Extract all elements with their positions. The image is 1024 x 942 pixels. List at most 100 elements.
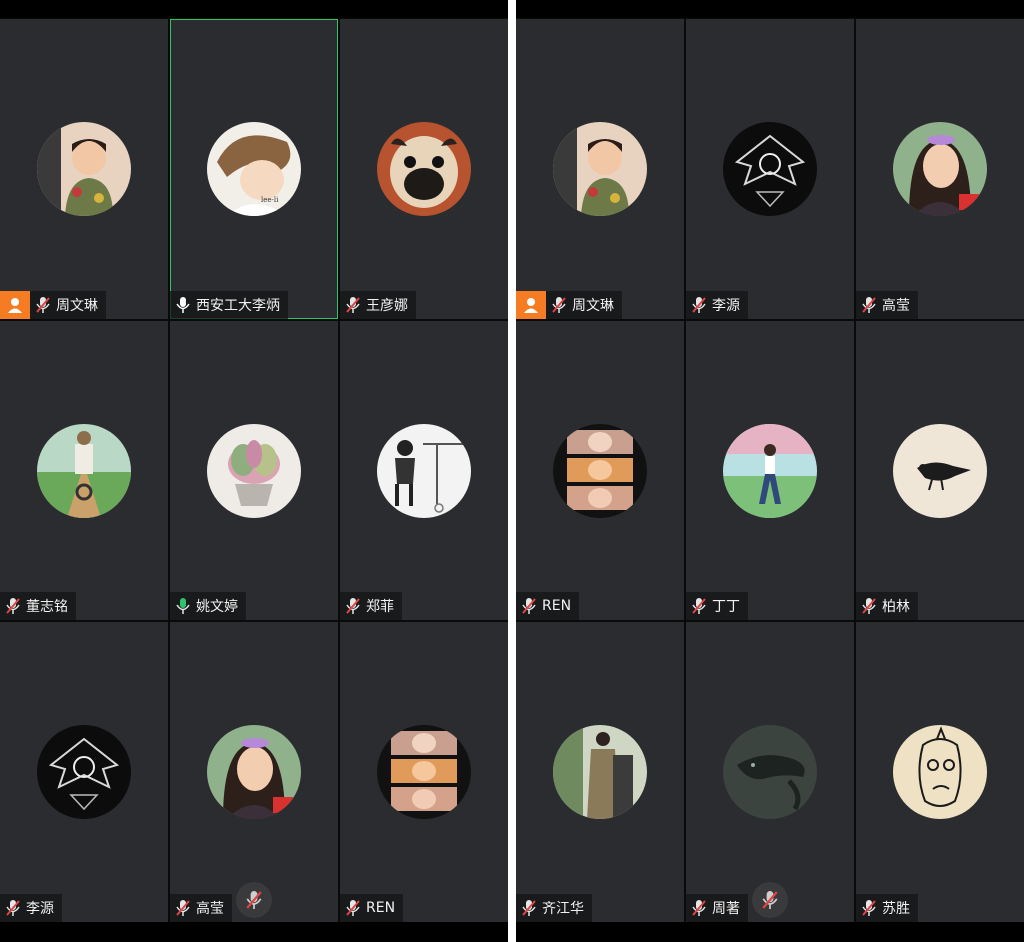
- participant-name-bar: 齐江华: [516, 894, 592, 922]
- mic-muted-icon[interactable]: [516, 592, 542, 620]
- participant-tile[interactable]: 李源: [686, 19, 854, 319]
- bottom-bar: [0, 922, 508, 942]
- mic-muted-icon[interactable]: [856, 592, 882, 620]
- face-collage-avatar: [553, 424, 647, 518]
- participant-name: 李源: [26, 901, 54, 917]
- participant-tile[interactable]: 高莹: [170, 622, 338, 922]
- participant-name-bar: 丁丁: [686, 592, 748, 620]
- participant-tile[interactable]: 柏林: [856, 321, 1024, 620]
- participant-name: 姚文婷: [196, 599, 238, 615]
- participant-name-bar: 高莹: [856, 291, 918, 319]
- participant-tile[interactable]: 周著: [686, 622, 854, 922]
- woman-selfie-avatar: [893, 122, 987, 216]
- top-status-bar: [0, 0, 508, 18]
- participant-name: REN: [542, 598, 572, 614]
- participant-tile[interactable]: REN: [516, 321, 684, 620]
- participant-name: 丁丁: [712, 599, 740, 615]
- participant-tile[interactable]: 高莹: [856, 19, 1024, 319]
- left-gallery-panel: 周文琳 lee-li 西安工大李炳 王彦娜 董志铭 姚文婷 郑菲 李源 高莹 R…: [0, 0, 508, 942]
- participant-tile[interactable]: 苏胜: [856, 622, 1024, 922]
- participant-tile[interactable]: 董志铭: [0, 321, 168, 620]
- succulent-plant-avatar: [207, 424, 301, 518]
- mic-muted-icon[interactable]: [516, 894, 542, 922]
- participant-name: 高莹: [882, 298, 910, 314]
- participant-name: 李源: [712, 298, 740, 314]
- girl-walking-illustration-avatar: [723, 424, 817, 518]
- face-collage-avatar: [377, 725, 471, 819]
- participant-name: 苏胜: [882, 901, 910, 917]
- participant-name: 王彦娜: [366, 298, 408, 314]
- mic-on-icon[interactable]: [170, 592, 196, 620]
- mic-muted-icon[interactable]: [340, 291, 366, 319]
- child-photo-avatar: [37, 122, 131, 216]
- participant-name-bar: 李源: [686, 291, 748, 319]
- participant-name-bar: 周文琳: [516, 291, 622, 319]
- participant-name: 郑菲: [366, 599, 394, 615]
- participant-tile[interactable]: 周文琳: [0, 19, 168, 319]
- participant-name-bar: 西安工大李炳: [170, 291, 288, 319]
- top-status-bar: [516, 0, 1024, 18]
- floating-mic-muted-button[interactable]: [236, 882, 272, 918]
- mic-muted-icon[interactable]: [856, 894, 882, 922]
- participant-name-bar: 周文琳: [0, 291, 106, 319]
- sketch-face-avatar: [893, 725, 987, 819]
- participant-tile[interactable]: 丁丁: [686, 321, 854, 620]
- participant-name: 周著: [712, 901, 740, 917]
- participant-tile[interactable]: 王彦娜: [340, 19, 508, 319]
- dark-emblem-avatar: [37, 725, 131, 819]
- participant-tile[interactable]: 李源: [0, 622, 168, 922]
- mic-muted-icon[interactable]: [0, 894, 26, 922]
- bw-child-photo-avatar: [377, 424, 471, 518]
- mic-muted-icon[interactable]: [30, 291, 56, 319]
- participant-tile[interactable]: REN: [340, 622, 508, 922]
- participant-name: 西安工大李炳: [196, 298, 280, 314]
- mic-muted-icon[interactable]: [686, 291, 712, 319]
- participant-tile-active-speaker[interactable]: lee-li 西安工大李炳: [170, 19, 338, 319]
- participant-tile[interactable]: 齐江华: [516, 622, 684, 922]
- participant-name-bar: 董志铭: [0, 592, 76, 620]
- anime-boy-avatar: lee-li: [207, 122, 301, 216]
- host-icon: [516, 291, 546, 319]
- participant-name-bar: 王彦娜: [340, 291, 416, 319]
- participant-tile[interactable]: 周文琳: [516, 19, 684, 319]
- host-icon: [0, 291, 30, 319]
- mic-muted-icon[interactable]: [546, 291, 572, 319]
- svg-text:lee-li: lee-li: [261, 196, 279, 204]
- participant-name: 柏林: [882, 599, 910, 615]
- dark-emblem-avatar: [723, 122, 817, 216]
- mic-muted-icon[interactable]: [0, 592, 26, 620]
- participant-name-bar: 周著: [686, 894, 748, 922]
- participant-name: 周文琳: [56, 298, 98, 314]
- pug-dog-avatar: [377, 122, 471, 216]
- floating-mic-muted-button[interactable]: [752, 882, 788, 918]
- mic-muted-icon[interactable]: [686, 894, 712, 922]
- participant-tile[interactable]: 姚文婷: [170, 321, 338, 620]
- mic-muted-icon[interactable]: [340, 592, 366, 620]
- participant-name-bar: 李源: [0, 894, 62, 922]
- mic-muted-icon[interactable]: [686, 592, 712, 620]
- child-photo-avatar: [553, 122, 647, 216]
- participant-name-bar: 姚文婷: [170, 592, 246, 620]
- whale-avatar: [723, 725, 817, 819]
- right-gallery-panel: 周文琳 李源 高莹 REN 丁丁 柏林 齐江华 周著 苏胜: [516, 0, 1024, 942]
- participant-name-bar: 柏林: [856, 592, 918, 620]
- participant-name-bar: 郑菲: [340, 592, 402, 620]
- ink-bird-avatar: [893, 424, 987, 518]
- participant-name: REN: [366, 900, 396, 916]
- bottom-bar: [516, 922, 1024, 942]
- mic-muted-icon[interactable]: [856, 291, 882, 319]
- woman-dress-photo-avatar: [553, 725, 647, 819]
- mic-on-icon[interactable]: [170, 291, 196, 319]
- participant-name-bar: REN: [340, 894, 404, 922]
- bicycle-illustration-avatar: [37, 424, 131, 518]
- participant-name: 周文琳: [572, 298, 614, 314]
- participant-grid: 周文琳 李源 高莹 REN 丁丁 柏林 齐江华 周著 苏胜: [516, 19, 1024, 922]
- mic-muted-icon[interactable]: [340, 894, 366, 922]
- participant-name-bar: REN: [516, 592, 580, 620]
- woman-selfie-avatar: [207, 725, 301, 819]
- mic-muted-icon[interactable]: [170, 894, 196, 922]
- participant-tile[interactable]: 郑菲: [340, 321, 508, 620]
- participant-grid: 周文琳 lee-li 西安工大李炳 王彦娜 董志铭 姚文婷 郑菲 李源 高莹 R…: [0, 19, 508, 922]
- participant-name: 高莹: [196, 901, 224, 917]
- participant-name: 董志铭: [26, 599, 68, 615]
